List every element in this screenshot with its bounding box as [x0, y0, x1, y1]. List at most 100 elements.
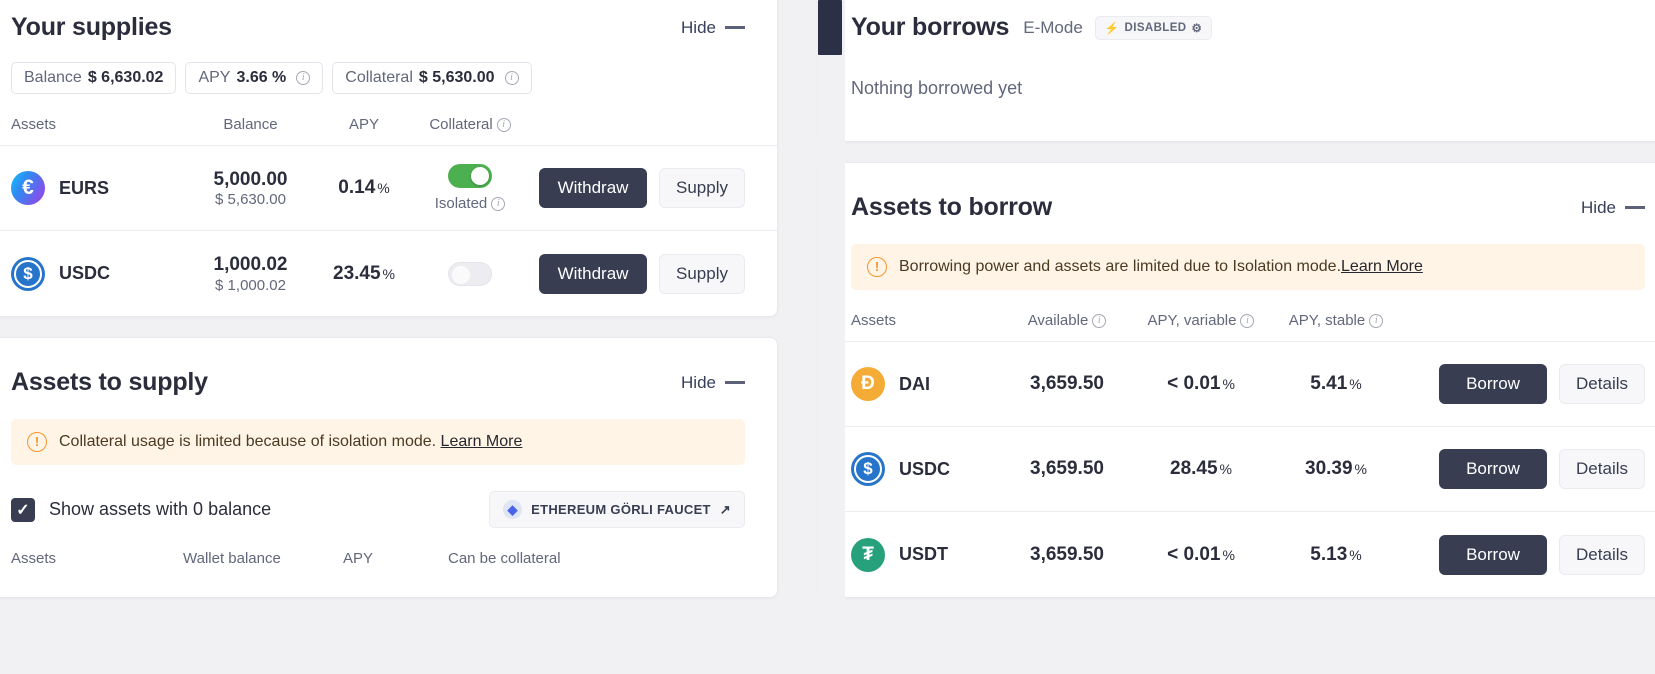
info-icon[interactable]: i: [1240, 314, 1254, 328]
emode-status-badge[interactable]: ⚡ DISABLED ⚙: [1095, 16, 1212, 40]
supply-button[interactable]: Supply: [659, 254, 745, 294]
col-available: Availablei: [1003, 312, 1131, 329]
vertical-scrollbar[interactable]: [818, 0, 845, 674]
usdc-icon: $: [11, 257, 45, 291]
gear-icon: ⚙: [1192, 21, 1203, 35]
warning-icon: !: [27, 432, 47, 452]
emode-label: E-Mode: [1023, 18, 1083, 38]
show-zero-balance-checkbox[interactable]: ✓: [11, 498, 35, 522]
info-icon[interactable]: i: [505, 71, 519, 85]
apy-variable-cell: < 0.01%: [1131, 544, 1271, 566]
left-column: Your supplies Hide Balance $ 6,630.02 AP…: [0, 0, 778, 598]
asset-symbol: DAI: [899, 374, 930, 395]
hide-supplies-button[interactable]: Hide: [681, 18, 745, 38]
supply-button[interactable]: Supply: [659, 168, 745, 208]
learn-more-link[interactable]: Learn More: [1341, 258, 1423, 275]
eurs-icon: €: [11, 171, 45, 205]
info-icon[interactable]: i: [1092, 314, 1106, 328]
collateral-pill-value: $ 5,630.00: [419, 69, 495, 87]
hide-assets-to-supply-button[interactable]: Hide: [681, 373, 745, 393]
ethereum-icon: ◆: [503, 500, 522, 519]
row-actions: Borrow Details: [1439, 449, 1645, 489]
asset-symbol: EURS: [59, 178, 109, 199]
borrow-button[interactable]: Borrow: [1439, 535, 1547, 575]
assets-to-borrow-header: Assets to borrow Hide: [819, 163, 1655, 222]
details-button[interactable]: Details: [1559, 535, 1645, 575]
info-icon[interactable]: i: [497, 118, 511, 132]
section-title: Assets to borrow: [851, 193, 1052, 222]
available-cell: 3,659.50: [1003, 543, 1131, 566]
usdt-icon: ₮: [851, 538, 885, 572]
collateral-cell: [410, 262, 530, 286]
usdc-icon: $: [851, 452, 885, 486]
balance-usd: $ 1,000.02: [183, 277, 318, 294]
supply-options-row: ✓ Show assets with 0 balance ◆ ETHEREUM …: [0, 465, 777, 528]
faucet-label: ETHEREUM GÖRLI FAUCET: [531, 502, 711, 517]
supplies-table-header: Assets Balance APY Collaterali: [0, 94, 777, 146]
balance-pill: Balance $ 6,630.02: [11, 62, 176, 94]
available-cell: 3,659.50: [1003, 457, 1131, 480]
apy-cell: 23.45%: [318, 263, 410, 285]
isolated-label-wrap: Isolatedi: [435, 195, 506, 212]
info-icon[interactable]: i: [491, 197, 505, 211]
ethereum-goerli-faucet-button[interactable]: ◆ ETHEREUM GÖRLI FAUCET ↗: [489, 491, 745, 528]
alert-text-wrap: Borrowing power and assets are limited d…: [899, 258, 1423, 276]
collateral-toggle[interactable]: [448, 164, 492, 188]
borrow-button[interactable]: Borrow: [1439, 449, 1547, 489]
apy-stable-cell: 5.13%: [1271, 544, 1401, 566]
withdraw-button[interactable]: Withdraw: [539, 168, 647, 208]
lightning-icon: ⚡: [1105, 21, 1120, 35]
minus-icon: [725, 26, 745, 29]
col-apy-stable: APY, stablei: [1271, 312, 1401, 329]
row-actions: Borrow Details: [1439, 364, 1645, 404]
your-supplies-header: Your supplies Hide: [0, 0, 777, 42]
apy-pill-label: APY: [198, 69, 230, 87]
asset-cell: € EURS: [11, 171, 183, 205]
collateral-cell: Isolatedi: [410, 164, 530, 212]
row-actions: Withdraw Supply: [539, 168, 745, 208]
balance-pill-value: $ 6,630.02: [88, 69, 164, 87]
row-actions: Withdraw Supply: [539, 254, 745, 294]
hide-label: Hide: [1581, 198, 1616, 218]
hide-assets-to-borrow-button[interactable]: Hide: [1581, 198, 1645, 218]
borrow-button[interactable]: Borrow: [1439, 364, 1547, 404]
collateral-toggle[interactable]: [448, 262, 492, 286]
section-title: Assets to supply: [11, 368, 208, 397]
warning-icon: !: [867, 257, 887, 277]
your-borrows-header: Your borrows E-Mode ⚡ DISABLED ⚙: [819, 0, 1655, 42]
col-assets: Assets: [11, 116, 183, 133]
details-button[interactable]: Details: [1559, 449, 1645, 489]
row-actions: Borrow Details: [1439, 535, 1645, 575]
table-row: € EURS 5,000.00 $ 5,630.00 0.14% Isolate…: [0, 146, 777, 231]
col-assets: Assets: [11, 550, 183, 567]
right-column: Your borrows E-Mode ⚡ DISABLED ⚙ Nothing…: [818, 0, 1655, 598]
info-icon[interactable]: i: [296, 71, 310, 85]
scrollbar-thumb[interactable]: [818, 0, 842, 55]
apy-variable-cell: < 0.01%: [1131, 373, 1271, 395]
asset-symbol: USDC: [59, 263, 110, 284]
apy-stable-cell: 30.39%: [1271, 458, 1401, 480]
isolation-mode-alert: ! Collateral usage is limited because of…: [11, 419, 745, 465]
learn-more-link[interactable]: Learn More: [441, 433, 523, 450]
apy-variable-cell: 28.45%: [1131, 458, 1271, 480]
info-icon[interactable]: i: [1369, 314, 1383, 328]
asset-symbol: USDC: [899, 459, 950, 480]
col-apy-variable: APY, variablei: [1131, 312, 1271, 329]
section-title: Your borrows: [851, 13, 1009, 42]
apy-stable-cell: 5.41%: [1271, 373, 1401, 395]
withdraw-button[interactable]: Withdraw: [539, 254, 647, 294]
supplies-summary-pills: Balance $ 6,630.02 APY 3.66 % i Collater…: [0, 42, 777, 94]
show-zero-balance-label: Show assets with 0 balance: [49, 499, 271, 520]
table-row: ₮ USDT 3,659.50 < 0.01% 5.13% Borrow Det…: [819, 512, 1655, 597]
col-balance: Balance: [183, 116, 318, 133]
apy-pill-value: 3.66 %: [236, 69, 286, 87]
details-button[interactable]: Details: [1559, 364, 1645, 404]
table-row: $ USDC 1,000.02 $ 1,000.02 23.45% Withdr…: [0, 231, 777, 316]
emode-status-text: DISABLED: [1125, 22, 1187, 34]
col-apy: APY: [343, 550, 448, 567]
asset-symbol: USDT: [899, 544, 948, 565]
your-supplies-card: Your supplies Hide Balance $ 6,630.02 AP…: [0, 0, 778, 317]
col-wallet-balance: Wallet balance: [183, 550, 343, 567]
external-link-icon: ↗: [720, 502, 731, 518]
page-title: Your supplies: [11, 13, 172, 42]
